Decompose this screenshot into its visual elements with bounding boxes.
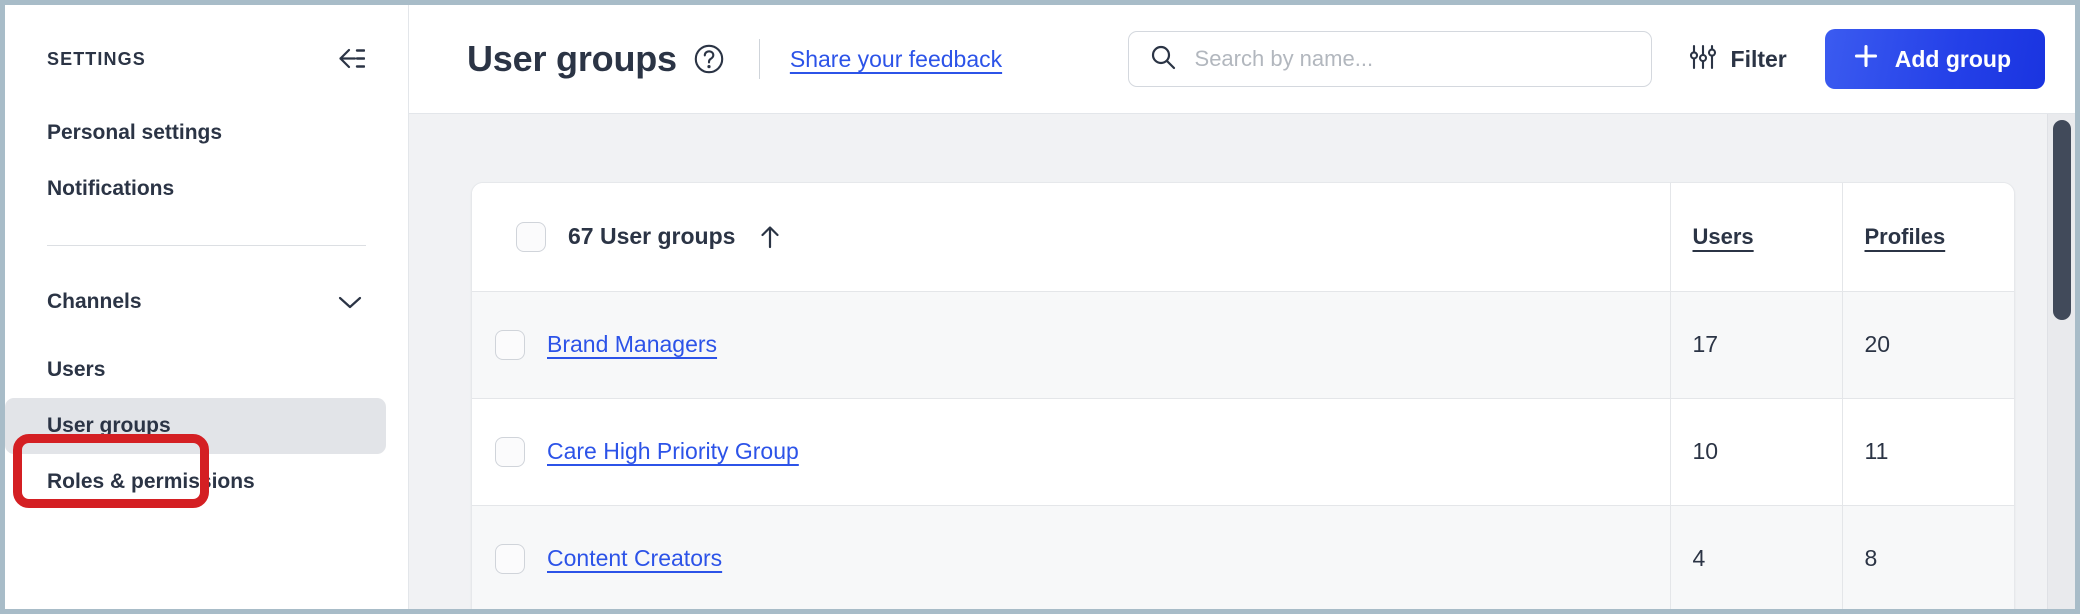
users-count: 4: [1693, 545, 1706, 571]
header-left-group: 67 User groups: [494, 222, 1670, 252]
chevron-down-icon: [336, 293, 364, 311]
sidebar-item-users[interactable]: Users: [5, 342, 386, 398]
app-window: SETTINGS Personal settings Notifications: [0, 0, 2080, 614]
filter-sliders-icon: [1688, 43, 1718, 76]
collapse-left-icon[interactable]: [330, 39, 370, 79]
sidebar-item-user-groups[interactable]: User groups: [5, 398, 386, 454]
table-row[interactable]: Content Creators 4 8: [472, 505, 2014, 609]
name-cell-wrap: Care High Priority Group: [473, 437, 1669, 467]
user-groups-table: 67 User groups: [472, 183, 2014, 609]
user-groups-count: 67 User groups: [568, 223, 735, 250]
group-name-link[interactable]: Brand Managers: [547, 331, 717, 358]
question-mark-circle-icon[interactable]: [693, 43, 725, 75]
sidebar-item-label: Roles & permissions: [47, 470, 255, 494]
row-checkbox[interactable]: [495, 544, 525, 574]
cell-profiles: 11: [1842, 398, 2014, 505]
select-all-checkbox[interactable]: [516, 222, 546, 252]
add-group-button[interactable]: Add group: [1825, 29, 2045, 89]
profiles-count: 8: [1865, 545, 1878, 571]
sidebar-item-label: User groups: [47, 414, 171, 438]
page-title: User groups: [467, 38, 677, 80]
header-cell-profiles: Profiles: [1842, 183, 2014, 291]
toolbar-divider: [759, 39, 760, 79]
sidebar-item-personal-settings[interactable]: Personal settings: [5, 105, 386, 161]
search-icon: [1149, 43, 1177, 76]
table-header: 67 User groups: [472, 183, 2014, 291]
cell-profiles: 8: [1842, 505, 2014, 609]
row-checkbox[interactable]: [495, 330, 525, 360]
page-toolbar: User groups Share your feedback: [409, 5, 2075, 113]
name-cell-wrap: Content Creators: [473, 544, 1669, 574]
sidebar-nav: Personal settings Notifications Channels…: [5, 79, 408, 510]
sidebar-item-channels[interactable]: Channels: [5, 274, 386, 330]
arrow-up-icon[interactable]: [757, 223, 783, 251]
cell-name: Brand Managers: [472, 291, 1670, 398]
app-frame: SETTINGS Personal settings Notifications: [5, 5, 2075, 609]
sidebar-item-roles-permissions[interactable]: Roles & permissions: [5, 454, 386, 510]
settings-sidebar: SETTINGS Personal settings Notifications: [5, 5, 409, 609]
sidebar-divider: [47, 245, 366, 246]
main-area: User groups Share your feedback: [409, 5, 2075, 609]
name-cell-wrap: Brand Managers: [473, 330, 1669, 360]
filter-label: Filter: [1731, 46, 1787, 73]
sidebar-title: SETTINGS: [47, 49, 146, 70]
scrollbar-thumb[interactable]: [2053, 120, 2071, 320]
filter-button[interactable]: Filter: [1688, 43, 1787, 76]
group-name-link[interactable]: Care High Priority Group: [547, 438, 799, 465]
cell-profiles: 20: [1842, 291, 2014, 398]
header-cell-name: 67 User groups: [472, 183, 1670, 291]
sidebar-item-label: Channels: [47, 290, 142, 314]
cell-name: Content Creators: [472, 505, 1670, 609]
column-header-users[interactable]: Users: [1693, 224, 1754, 249]
add-group-label: Add group: [1895, 46, 2011, 73]
profiles-count: 20: [1865, 331, 1891, 357]
cell-name: Care High Priority Group: [472, 398, 1670, 505]
profiles-count: 11: [1865, 438, 1889, 464]
cell-users: 17: [1670, 291, 1842, 398]
content-area: 67 User groups: [409, 113, 2075, 609]
sidebar-header: SETTINGS: [5, 5, 408, 79]
table-row[interactable]: Care High Priority Group 10 11: [472, 398, 2014, 505]
users-count: 10: [1693, 438, 1719, 464]
sidebar-item-label: Personal settings: [47, 121, 222, 145]
plus-icon: [1853, 43, 1879, 75]
user-groups-card: 67 User groups: [471, 182, 2015, 609]
header-cell-users: Users: [1670, 183, 1842, 291]
search-box[interactable]: [1128, 31, 1652, 87]
cell-users: 4: [1670, 505, 1842, 609]
vertical-scrollbar[interactable]: [2047, 114, 2075, 609]
table-body: Brand Managers 17 20: [472, 291, 2014, 609]
cell-users: 10: [1670, 398, 1842, 505]
share-feedback-link[interactable]: Share your feedback: [790, 46, 1002, 73]
sidebar-item-notifications[interactable]: Notifications: [5, 161, 386, 217]
sidebar-item-label: Users: [47, 358, 105, 382]
table-header-row: 67 User groups: [472, 183, 2014, 291]
column-header-profiles[interactable]: Profiles: [1865, 224, 1946, 249]
search-input[interactable]: [1193, 45, 1631, 73]
table-row[interactable]: Brand Managers 17 20: [472, 291, 2014, 398]
group-name-link[interactable]: Content Creators: [547, 545, 722, 572]
row-checkbox[interactable]: [495, 437, 525, 467]
sidebar-item-label: Notifications: [47, 177, 174, 201]
users-count: 17: [1693, 331, 1719, 357]
